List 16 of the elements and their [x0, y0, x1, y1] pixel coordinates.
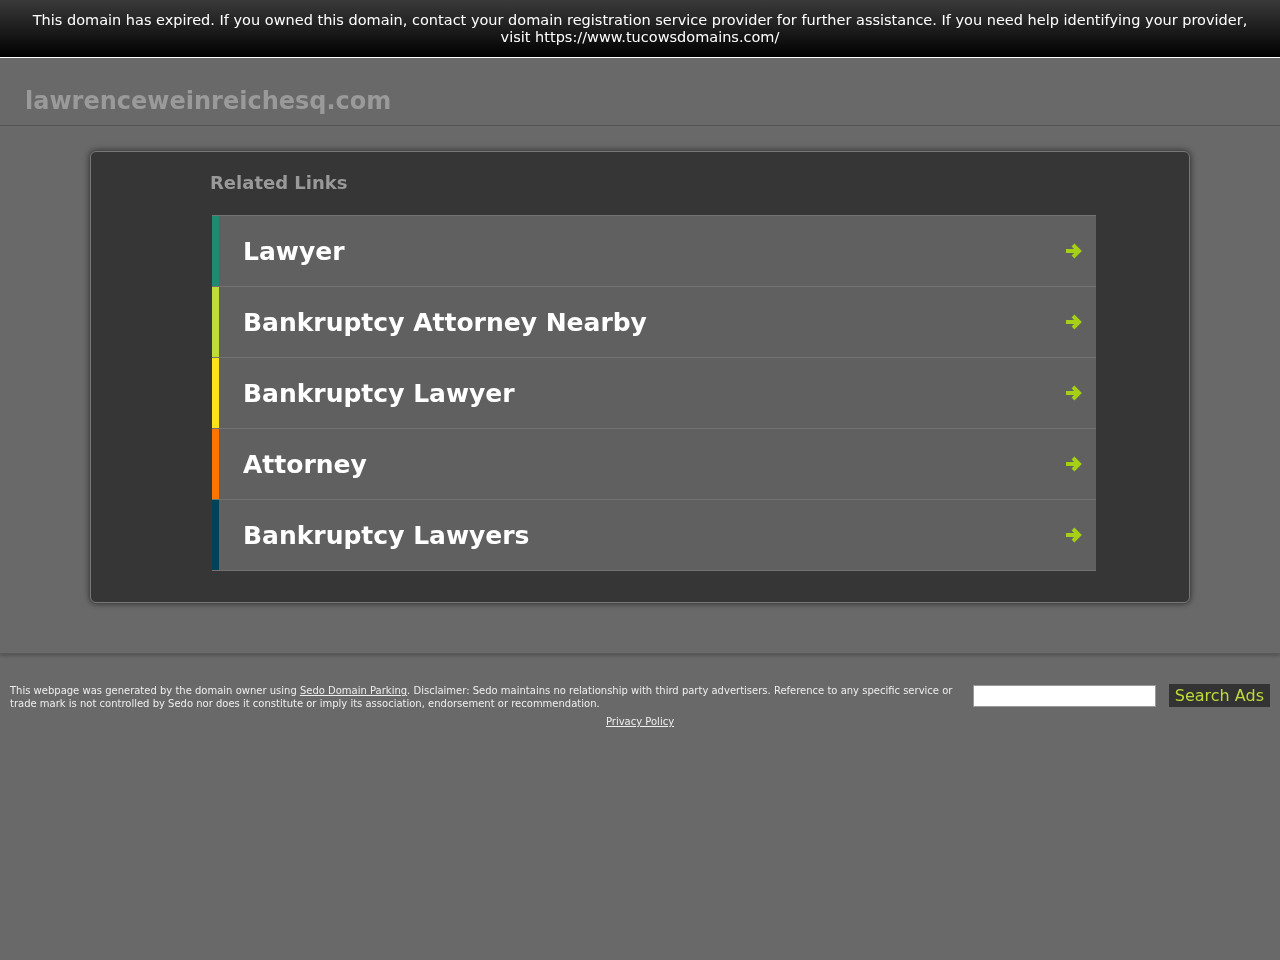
- related-link[interactable]: Lawyer: [212, 215, 1096, 287]
- arrow-right-icon: [1064, 526, 1084, 544]
- related-link[interactable]: Attorney: [212, 429, 1096, 500]
- related-link[interactable]: Bankruptcy Attorney Nearby: [212, 287, 1096, 358]
- section-title: Related Links: [210, 172, 349, 193]
- privacy-policy-link[interactable]: Privacy Policy: [605, 716, 675, 727]
- arrow-right-icon: [1064, 455, 1084, 473]
- related-link[interactable]: Bankruptcy Lawyer: [212, 358, 1096, 429]
- disclaimer-text: This webpage was generated by the domain owner using Sedo Domain Parking. Disclaimer: Sedo maintains no relationship with third party advertisers. Reference to any specific service or trade mark is not controlled by Sedo nor does it constitute or imply its association, endorsement or recommendation.: [10, 684, 954, 710]
- arrow-right-icon: [1064, 242, 1084, 260]
- arrow-right-icon: [1064, 313, 1084, 331]
- expiry-notice: This domain has expired. If you owned this domain, contact your domain registration service provider for further assistance. If you need help identifying your provider, visit https://www.tucowsdomains.com/: [31, 11, 1249, 46]
- arrow-right-icon: [1064, 384, 1084, 402]
- search-field[interactable]: [972, 685, 1156, 707]
- related-link[interactable]: Bankruptcy Lawyers: [212, 500, 1096, 571]
- search-ads-button[interactable]: Search Ads: [1168, 684, 1270, 707]
